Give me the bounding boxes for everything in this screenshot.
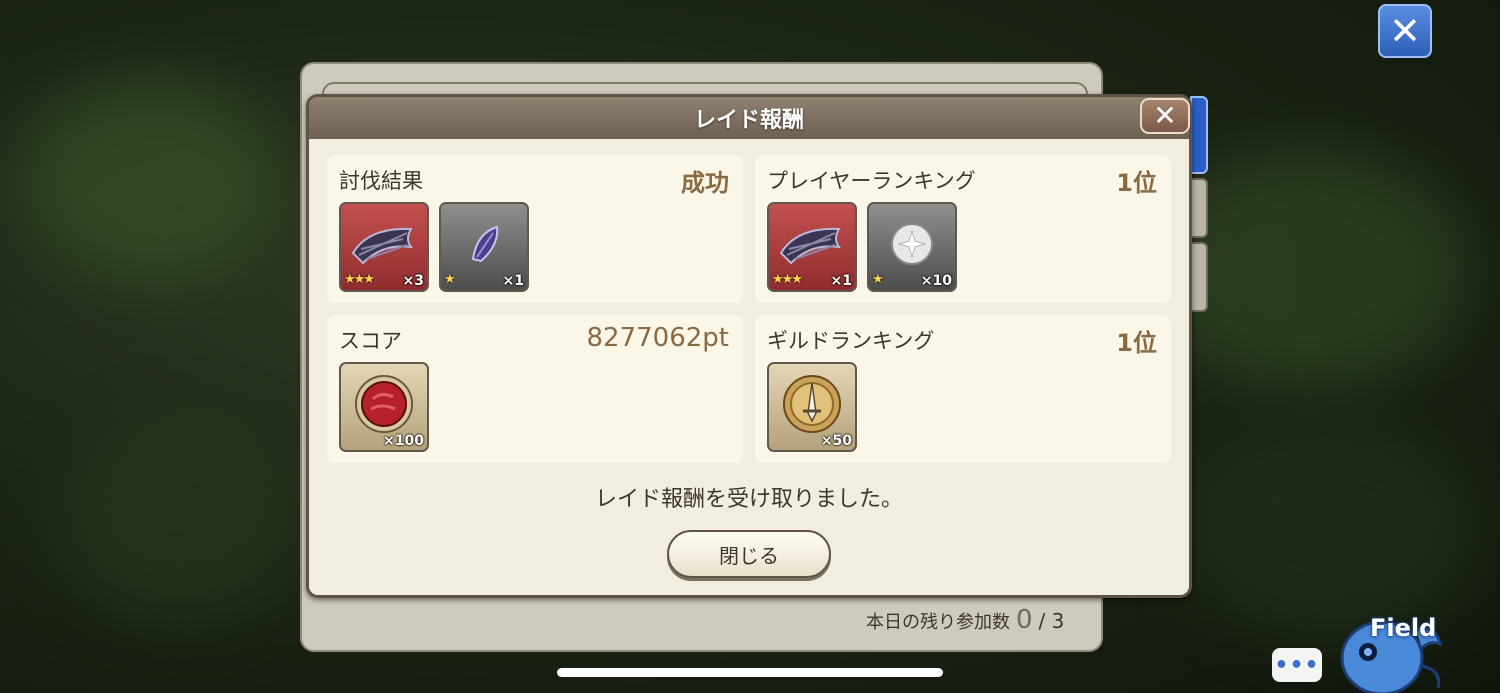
red-meat-icon xyxy=(355,374,413,433)
reward-item[interactable]: ★★★ ×1 xyxy=(767,202,857,292)
item-quantity: ×1 xyxy=(830,273,852,289)
item-quantity: ×3 xyxy=(402,273,424,289)
battle-result-value: 成功 xyxy=(681,169,729,197)
battle-result-card: 討伐結果 成功 ★★★ ×3 ★ ×1 xyxy=(327,155,743,303)
chat-button[interactable]: ••• xyxy=(1272,648,1322,682)
guild-ranking-label: ギルドランキング xyxy=(767,329,935,353)
screen-close-button[interactable]: ✕ xyxy=(1378,4,1432,58)
reward-item[interactable]: ×100 xyxy=(339,362,429,452)
remaining-max: / 3 xyxy=(1038,609,1065,633)
raid-reward-dialog: レイド報酬 ✕ 討伐結果 成功 ★★★ ×3 ★ ×1 プレイヤーランキング 1… xyxy=(306,94,1192,598)
player-ranking-value: 1位 xyxy=(1116,169,1157,197)
field-label: Field xyxy=(1370,614,1437,642)
dialog-close-button[interactable]: ✕ xyxy=(1140,98,1190,134)
item-quantity: ×50 xyxy=(820,433,852,449)
dialog-title: レイド報酬 xyxy=(309,97,1189,139)
reward-item[interactable]: ★ ×10 xyxy=(867,202,957,292)
item-quantity: ×10 xyxy=(920,273,952,289)
rarity-stars: ★★★ xyxy=(772,272,803,287)
daily-remaining-count: 本日の残り参加数 0 / 3 xyxy=(866,605,1064,637)
guild-ranking-card: ギルドランキング 1位 ×50 xyxy=(755,315,1171,463)
score-value: 8277062pt xyxy=(586,323,730,353)
reward-item[interactable]: ★ ×1 xyxy=(439,202,529,292)
score-card: スコア 8277062pt ×100 xyxy=(327,315,743,463)
rarity-stars: ★ xyxy=(444,272,456,287)
close-icon: ✕ xyxy=(1153,99,1177,132)
score-label: スコア xyxy=(339,329,402,353)
home-indicator[interactable] xyxy=(557,668,943,677)
chat-icon: ••• xyxy=(1274,652,1320,678)
side-tab-gray-2[interactable] xyxy=(1190,242,1208,312)
reward-received-message: レイド報酬を受け取りました。 xyxy=(594,487,903,512)
side-tab-blue[interactable] xyxy=(1190,96,1208,174)
side-tab-gray-1[interactable] xyxy=(1190,178,1208,238)
item-quantity: ×1 xyxy=(502,273,524,289)
close-icon: ✕ xyxy=(1389,9,1421,53)
dark-feather-bundle-icon xyxy=(351,227,414,264)
battle-result-label: 討伐結果 xyxy=(339,169,423,193)
rarity-stars: ★★★ xyxy=(344,272,375,287)
reward-item[interactable]: ×50 xyxy=(767,362,857,452)
item-quantity: ×100 xyxy=(383,433,424,449)
remaining-current: 0 xyxy=(1016,605,1033,635)
reward-item[interactable]: ★★★ ×3 xyxy=(339,202,429,292)
close-dialog-button[interactable]: 閉じる xyxy=(667,530,831,578)
silver-orb-icon xyxy=(891,222,933,265)
player-ranking-card: プレイヤーランキング 1位 ★★★ ×1 ★ ×10 xyxy=(755,155,1171,303)
guild-ranking-value: 1位 xyxy=(1116,329,1157,357)
dark-feather-bundle-icon xyxy=(779,227,842,264)
rarity-stars: ★ xyxy=(872,272,884,287)
purple-feather-icon xyxy=(471,225,499,262)
player-ranking-label: プレイヤーランキング xyxy=(767,169,976,193)
sword-medal-icon xyxy=(783,374,841,433)
remaining-label: 本日の残り参加数 xyxy=(866,612,1010,633)
